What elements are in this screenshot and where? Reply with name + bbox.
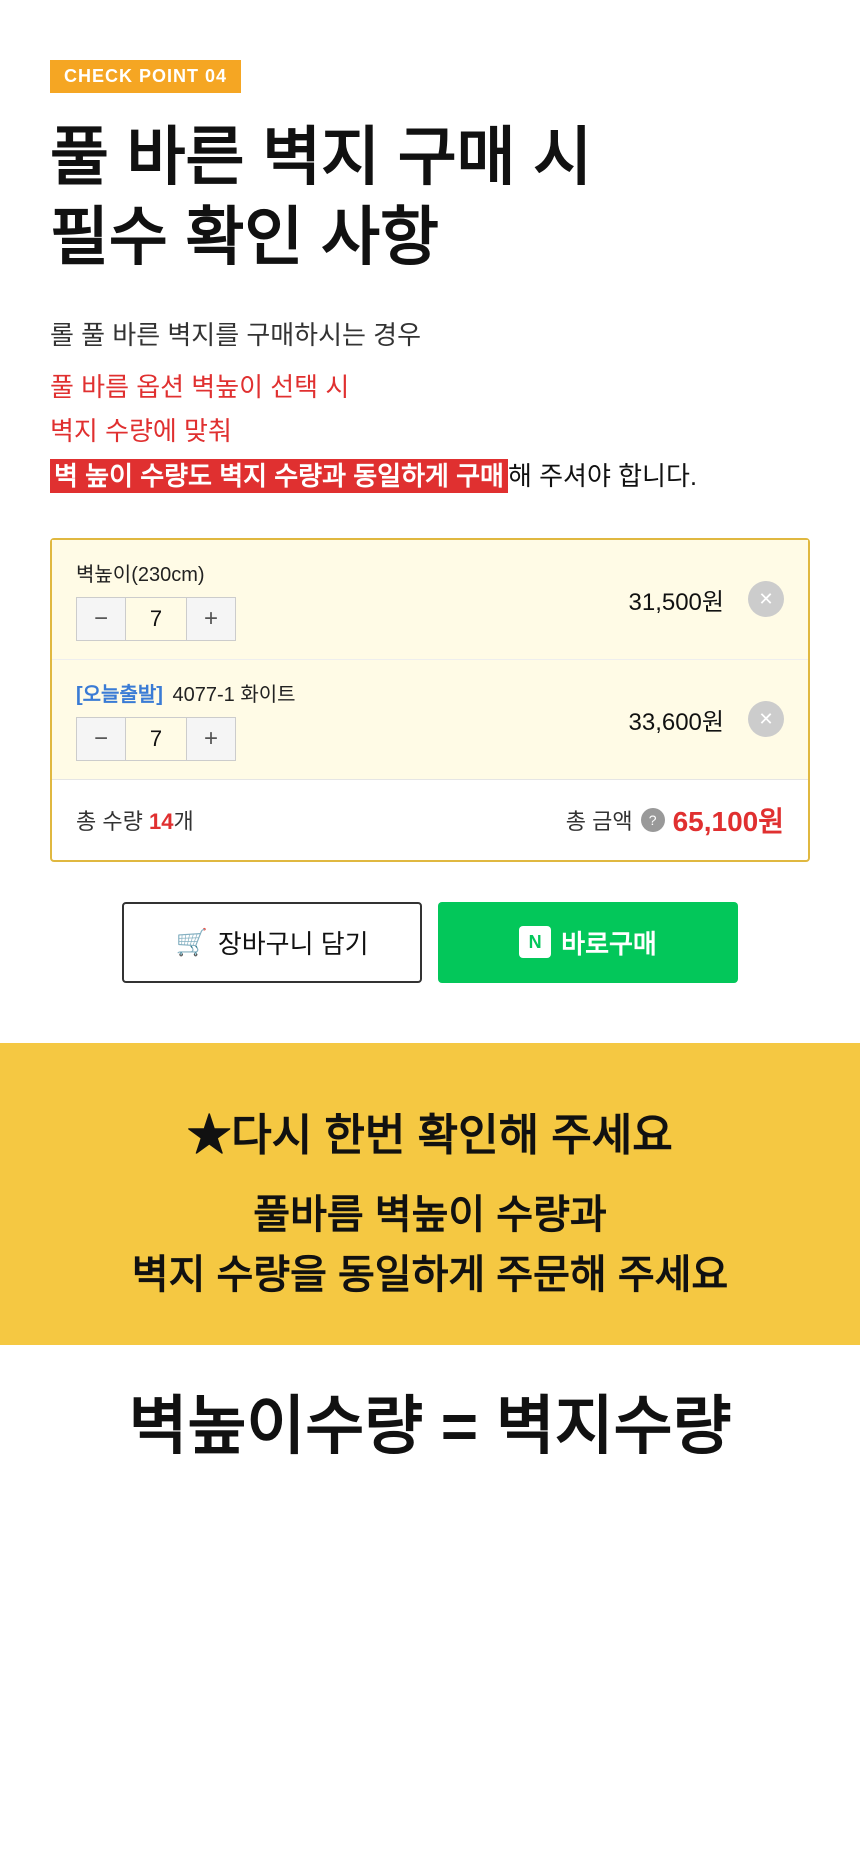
total-qty-value: 14 xyxy=(149,809,173,834)
buy-button[interactable]: N 바로구매 xyxy=(438,902,738,983)
naver-n-icon: N xyxy=(519,926,551,958)
item1-price: 31,500원 xyxy=(629,582,725,617)
item-row-2: [오늘출발] 4077-1 화이트 − 7 + 33,600원 ✕ xyxy=(52,660,808,780)
description-line4: 벽 높이 수량도 벽지 수량과 동일하게 구매해 주셔야 합니다. xyxy=(50,454,810,498)
button-row: 🛒 장바구니 담기 N 바로구매 xyxy=(50,902,810,983)
description-line3: 벽지 수량에 맞춰 xyxy=(50,409,810,453)
total-qty-label: 총 수량 xyxy=(76,809,143,834)
main-title: 풀 바른 벽지 구매 시필수 확인 사항 xyxy=(50,117,810,277)
cart-button-label: 장바구니 담기 xyxy=(218,924,369,961)
total-qty: 총 수량 14개 xyxy=(76,804,194,836)
item1-increase-button[interactable]: + xyxy=(186,597,236,641)
item1-left: 벽높이(230cm) − 7 + xyxy=(76,558,396,641)
item1-close-button[interactable]: ✕ xyxy=(748,581,784,617)
item2-increase-button[interactable]: + xyxy=(186,717,236,761)
item2-qty-controls: − 7 + xyxy=(76,717,396,761)
item1-decrease-button[interactable]: − xyxy=(76,597,126,641)
item2-qty-value: 7 xyxy=(126,717,186,761)
item2-product-name: 4077-1 화이트 xyxy=(172,684,295,706)
checkpoint-badge: CHECK POINT 04 xyxy=(50,60,241,93)
item1-qty-value: 7 xyxy=(126,597,186,641)
highlight-text: 벽 높이 수량도 벽지 수량과 동일하게 구매 xyxy=(50,459,508,493)
buy-button-label: 바로구매 xyxy=(561,924,657,961)
question-icon[interactable]: ? xyxy=(641,808,665,832)
today-badge: [오늘출발] xyxy=(76,684,163,706)
equation-box: 벽높이수량 = 벽지수량 xyxy=(0,1345,860,1497)
equation-text: 벽높이수량 = 벽지수량 xyxy=(20,1375,840,1467)
reminder-star-text: ★다시 한번 확인해 주세요 xyxy=(40,1103,820,1169)
total-price-section: 총 금액 ? 65,100원 xyxy=(566,800,784,840)
purchase-box: 벽높이(230cm) − 7 + 31,500원 ✕ [오늘출발] 4077-1… xyxy=(50,538,810,862)
yellow-section: ★다시 한번 확인해 주세요 풀바름 벽높이 수량과벽지 수량을 동일하게 주문… xyxy=(0,1043,860,1497)
item-row-1: 벽높이(230cm) − 7 + 31,500원 ✕ xyxy=(52,540,808,660)
total-price-value: 65,100원 xyxy=(673,800,784,840)
item2-name: [오늘출발] 4077-1 화이트 xyxy=(76,678,396,707)
item2-price: 33,600원 xyxy=(629,702,725,737)
description-line1: 롤 풀 바른 벽지를 구매하시는 경우 xyxy=(50,313,810,357)
cart-button[interactable]: 🛒 장바구니 담기 xyxy=(122,902,422,983)
total-qty-unit: 개 xyxy=(173,809,193,834)
description-line2: 풀 바름 옵션 벽높이 선택 시 xyxy=(50,365,810,409)
reminder-subtitle: 풀바름 벽높이 수량과벽지 수량을 동일하게 주문해 주세요 xyxy=(40,1185,820,1305)
item1-label: 벽높이(230cm) xyxy=(76,558,396,587)
item1-qty-controls: − 7 + xyxy=(76,597,396,641)
item2-decrease-button[interactable]: − xyxy=(76,717,126,761)
cart-icon: 🛒 xyxy=(175,927,207,958)
item2-close-button[interactable]: ✕ xyxy=(748,701,784,737)
total-row: 총 수량 14개 총 금액 ? 65,100원 xyxy=(52,780,808,860)
item2-left: [오늘출발] 4077-1 화이트 − 7 + xyxy=(76,678,396,761)
total-price-label: 총 금액 xyxy=(566,804,633,836)
